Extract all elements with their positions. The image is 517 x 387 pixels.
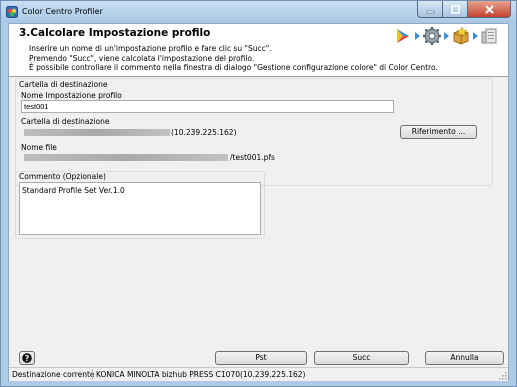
next-button-label: Succ [352,353,371,362]
status-divider [92,369,93,380]
maximize-button[interactable] [442,1,467,18]
app-window: Color Centro Profiler 3.Calcolare Impost… [0,0,517,387]
close-button[interactable] [467,1,511,18]
wizard-panel: 3.Calcolare Impostazione profilo Inserir… [8,23,509,381]
cancel-button[interactable]: Annulla [425,351,504,365]
comment-text: Standard Profile Set Ver.1.0 [22,186,125,195]
finish-step-icon [481,28,497,44]
destination-folder-value: (10.239.225.162) [21,127,396,138]
file-name-text: /test001.pfs [230,153,275,162]
status-bar: Destinazione corrente KONICA MINOLTA biz… [9,367,508,381]
redacted-path [24,129,170,136]
maximize-icon [450,4,460,14]
window-title: Color Centro Profiler [22,7,103,16]
browse-button[interactable]: Riferimento ... [400,125,477,139]
file-name-label: Nome file [21,143,57,152]
step-title: 3.Calcolare Impostazione profilo [19,27,211,39]
minimize-icon [426,10,434,13]
app-icon [6,6,18,18]
description-line: È possibile controllare il commento nell… [29,63,438,72]
destination-group-label: Cartella di destinazione [19,80,108,89]
previous-button-label: Pst [255,353,267,362]
comment-group: Commento (Opzionale) Standard Profile Se… [15,171,265,239]
destination-folder-text: (10.239.225.162) [171,128,237,137]
help-icon: ? [22,353,32,363]
profile-name-label: Nome Impostazione profilo [21,91,122,100]
resize-grip-icon[interactable] [497,370,507,380]
description-line: Premendo "Succ", viene calcolata l'impos… [29,53,255,63]
step-progress [393,26,500,46]
previous-button[interactable]: Pst [215,351,307,365]
help-label: ? [25,354,29,363]
destination-folder-label: Cartella di destinazione [21,117,110,126]
destination-group: Cartella di destinazione Nome Impostazio… [15,78,493,186]
file-name-value: /test001.pfs [21,152,396,163]
profile-name-input[interactable] [21,100,394,113]
wizard-header: 3.Calcolare Impostazione profilo Inserir… [9,24,508,76]
header-divider [9,76,508,77]
close-icon [484,4,494,14]
print-step-icon [397,29,409,43]
chevron-right-icon [473,32,478,40]
help-button[interactable]: ? [19,351,35,365]
minimize-button[interactable] [417,1,442,18]
package-step-icon [453,26,469,45]
redacted-path [24,154,228,161]
comment-textarea[interactable]: Standard Profile Set Ver.1.0 [19,182,261,235]
cancel-button-label: Annulla [450,353,479,362]
description-line: Inserire un nome di un'impostazione prof… [29,44,272,53]
browse-button-label: Riferimento ... [411,127,466,136]
chevron-right-icon [444,32,449,40]
status-label: Destinazione corrente [12,370,95,379]
next-button[interactable]: Succ [314,351,409,365]
chevron-right-icon [415,32,420,40]
title-bar[interactable]: Color Centro Profiler [1,1,516,23]
gear-step-icon [423,27,441,45]
window-controls [417,1,511,18]
step-description: Inserire un nome di un'impostazione prof… [29,44,438,73]
comment-label: Commento (Opzionale) [19,172,106,181]
current-destination: KONICA MINOLTA bizhub PRESS C1070(10.239… [96,370,306,379]
